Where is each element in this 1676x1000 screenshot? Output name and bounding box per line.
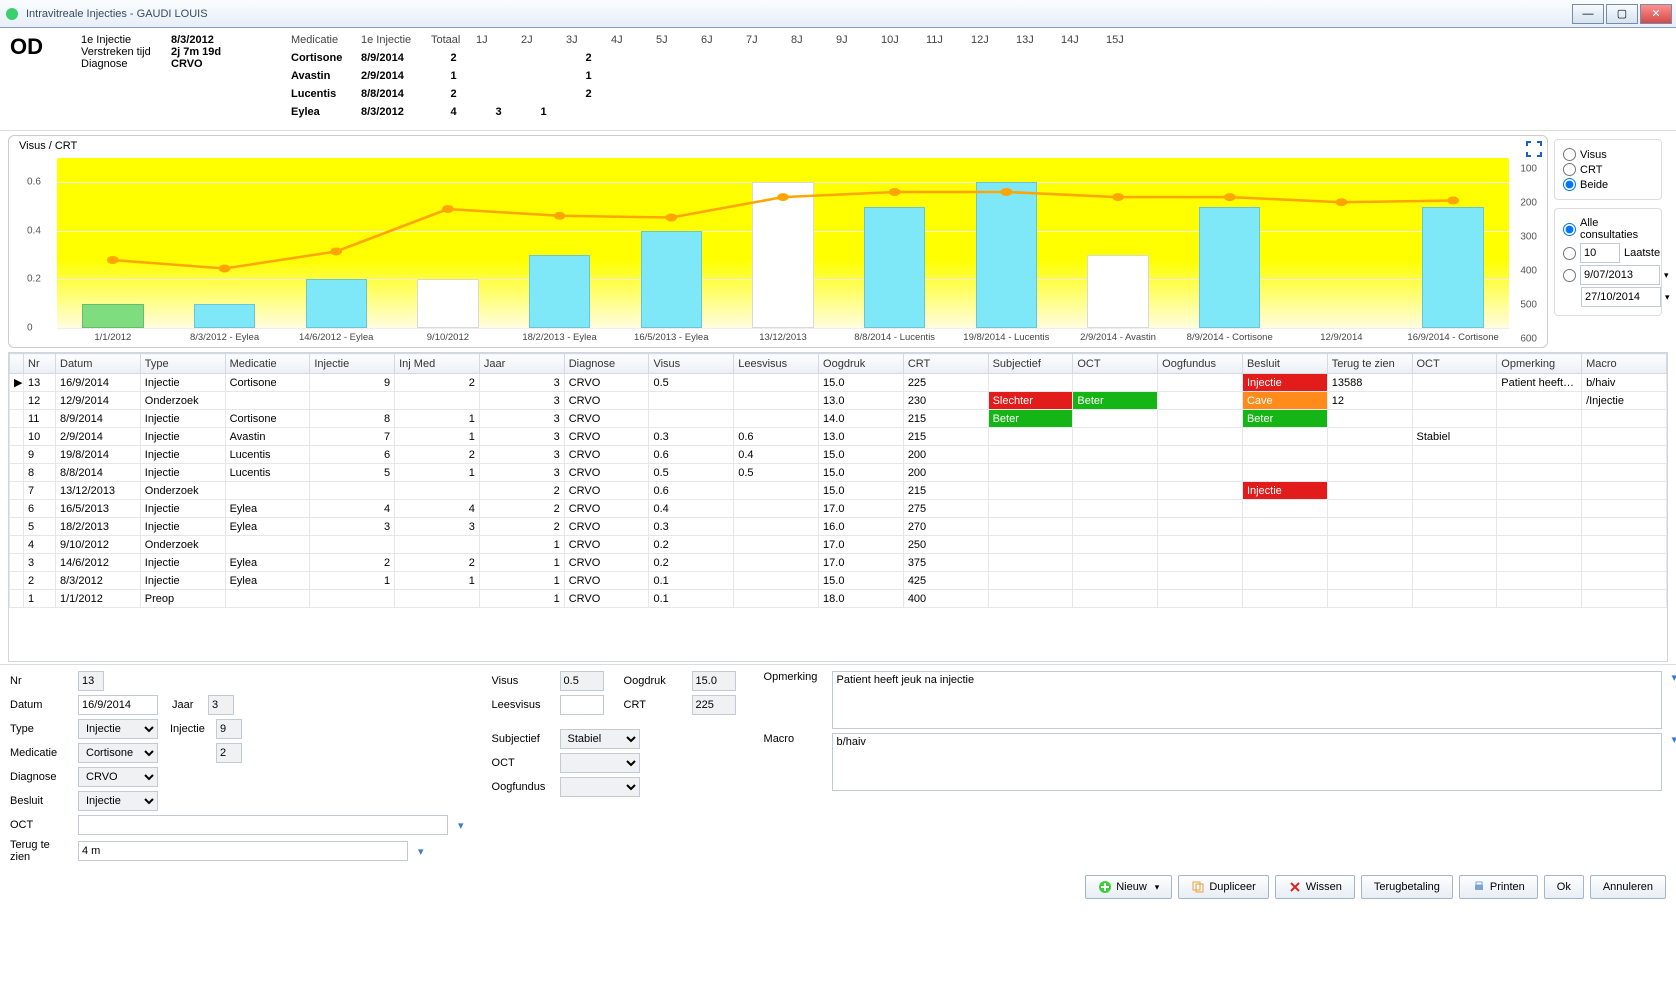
copy-icon: [1191, 880, 1205, 894]
table-row[interactable]: 28/3/2012InjectieEylea111CRVO0.115.0425: [10, 572, 1667, 590]
terugbetaling-button[interactable]: Terugbetaling: [1361, 875, 1453, 899]
table-row[interactable]: 118/9/2014InjectieCortisone813CRVO14.021…: [10, 410, 1667, 428]
jaar-field: [208, 695, 234, 715]
annuleren-button[interactable]: Annuleren: [1590, 875, 1666, 899]
plus-icon: [1098, 880, 1112, 894]
oogdruk-field: [692, 671, 736, 691]
table-row[interactable]: ▶1316/9/2014InjectieCortisone923CRVO0.51…: [10, 374, 1667, 392]
table-row[interactable]: 616/5/2013InjectieEylea442CRVO0.417.0275: [10, 500, 1667, 518]
printer-icon: [1472, 880, 1486, 894]
radio-beide[interactable]: Beide: [1563, 178, 1653, 191]
elapsed-value: 2j 7m 19d: [171, 46, 271, 58]
table-row[interactable]: 49/10/2012Onderzoek1CRVO0.217.0250: [10, 536, 1667, 554]
besluit-select[interactable]: Injectie: [78, 791, 158, 811]
radio-visus[interactable]: Visus: [1563, 148, 1653, 161]
laatste-count[interactable]: [1580, 243, 1620, 263]
table-row[interactable]: 919/8/2014InjectieLucentis623CRVO0.60.41…: [10, 446, 1667, 464]
date-from[interactable]: [1580, 265, 1660, 285]
data-table[interactable]: NrDatumTypeMedicatieInjectieInj MedJaarD…: [8, 352, 1668, 662]
table-row[interactable]: 11/1/2012Preop1CRVO0.118.0400: [10, 590, 1667, 608]
maximize-button[interactable]: ▢: [1606, 4, 1638, 24]
oct-select[interactable]: [560, 753, 640, 773]
visus-field: [560, 671, 604, 691]
window-title: Intravitreale Injecties - GAUDI LOUIS: [26, 8, 1570, 20]
chevron-down-icon[interactable]: ▾: [1672, 671, 1676, 684]
title-bar: Intravitreale Injecties - GAUDI LOUIS — …: [0, 0, 1676, 28]
subjectief-select[interactable]: Stabiel: [560, 729, 640, 749]
ok-button[interactable]: Ok: [1544, 875, 1584, 899]
range-group: Alle consultaties Laatste ▾ ▾: [1554, 208, 1662, 316]
wissen-button[interactable]: Wissen: [1275, 875, 1355, 899]
dupliceer-button[interactable]: Dupliceer: [1178, 875, 1268, 899]
bottom-bar: Nieuw▾ Dupliceer Wissen Terugbetaling Pr…: [0, 869, 1676, 909]
chart-controls: Visus CRT Beide Alle consultaties Laatst…: [1548, 135, 1668, 348]
diagnose-select[interactable]: CRVO: [78, 767, 158, 787]
oogfundus-select[interactable]: [560, 777, 640, 797]
header-panel: OD 1e Injectie8/3/2012 Verstreken tijd2j…: [0, 28, 1676, 131]
leesvisus-field[interactable]: [560, 695, 604, 715]
injmed-field: [216, 743, 242, 763]
delete-icon: [1288, 880, 1302, 894]
first-injection-value: 8/3/2012: [171, 34, 271, 46]
nr-field: [78, 671, 104, 691]
table-row[interactable]: 88/8/2014InjectieLucentis513CRVO0.50.515…: [10, 464, 1667, 482]
mode-group: Visus CRT Beide: [1554, 139, 1662, 200]
medicatie-select[interactable]: Cortisone: [78, 743, 158, 763]
table-row[interactable]: 1212/9/2014Onderzoek3CRVO13.0230Slechter…: [10, 392, 1667, 410]
printen-button[interactable]: Printen: [1459, 875, 1538, 899]
app-icon: [4, 6, 20, 22]
nieuw-button[interactable]: Nieuw▾: [1085, 875, 1172, 899]
terug-field[interactable]: [78, 841, 408, 861]
opmerking-text[interactable]: [832, 671, 1662, 729]
chart-box: Visus / CRT 00.20.40.6100200300400500600…: [8, 135, 1548, 348]
table-row[interactable]: 518/2/2013InjectieEylea332CRVO0.316.0270: [10, 518, 1667, 536]
radio-laatste[interactable]: Laatste: [1563, 243, 1653, 263]
radio-date-from[interactable]: ▾: [1563, 265, 1653, 285]
type-select[interactable]: Injectie: [78, 719, 158, 739]
table-row[interactable]: 314/6/2012InjectieEylea221CRVO0.217.0375: [10, 554, 1667, 572]
crt-field: [692, 695, 736, 715]
chevron-down-icon[interactable]: ▾: [1672, 733, 1676, 746]
close-button[interactable]: ✕: [1640, 4, 1672, 24]
form-panel: Nr DatumJaar TypeInjectieInjectie Medica…: [0, 664, 1676, 869]
table-row[interactable]: 102/9/2014InjectieAvastin713CRVO0.30.613…: [10, 428, 1667, 446]
diagnose-value: CRVO: [171, 58, 271, 70]
minimize-button[interactable]: —: [1572, 4, 1604, 24]
chevron-down-icon[interactable]: ▾: [418, 845, 424, 858]
table-row[interactable]: 713/12/2013Onderzoek2CRVO0.615.0215Injec…: [10, 482, 1667, 500]
date-to[interactable]: [1581, 287, 1661, 307]
oct-text[interactable]: [78, 815, 448, 835]
fullscreen-icon[interactable]: [1525, 140, 1543, 161]
datum-field[interactable]: [78, 695, 158, 715]
radio-all[interactable]: Alle consultaties: [1563, 217, 1653, 241]
chevron-down-icon[interactable]: ▾: [458, 819, 464, 832]
injectie-nr: [216, 719, 242, 739]
chart-title: Visus / CRT: [19, 140, 77, 152]
medication-summary-table: MedicatieCortisoneAvastinLucentisEylea1e…: [291, 34, 1151, 124]
macro-text[interactable]: [832, 733, 1662, 791]
radio-crt[interactable]: CRT: [1563, 163, 1653, 176]
eye-label: OD: [10, 34, 43, 124]
